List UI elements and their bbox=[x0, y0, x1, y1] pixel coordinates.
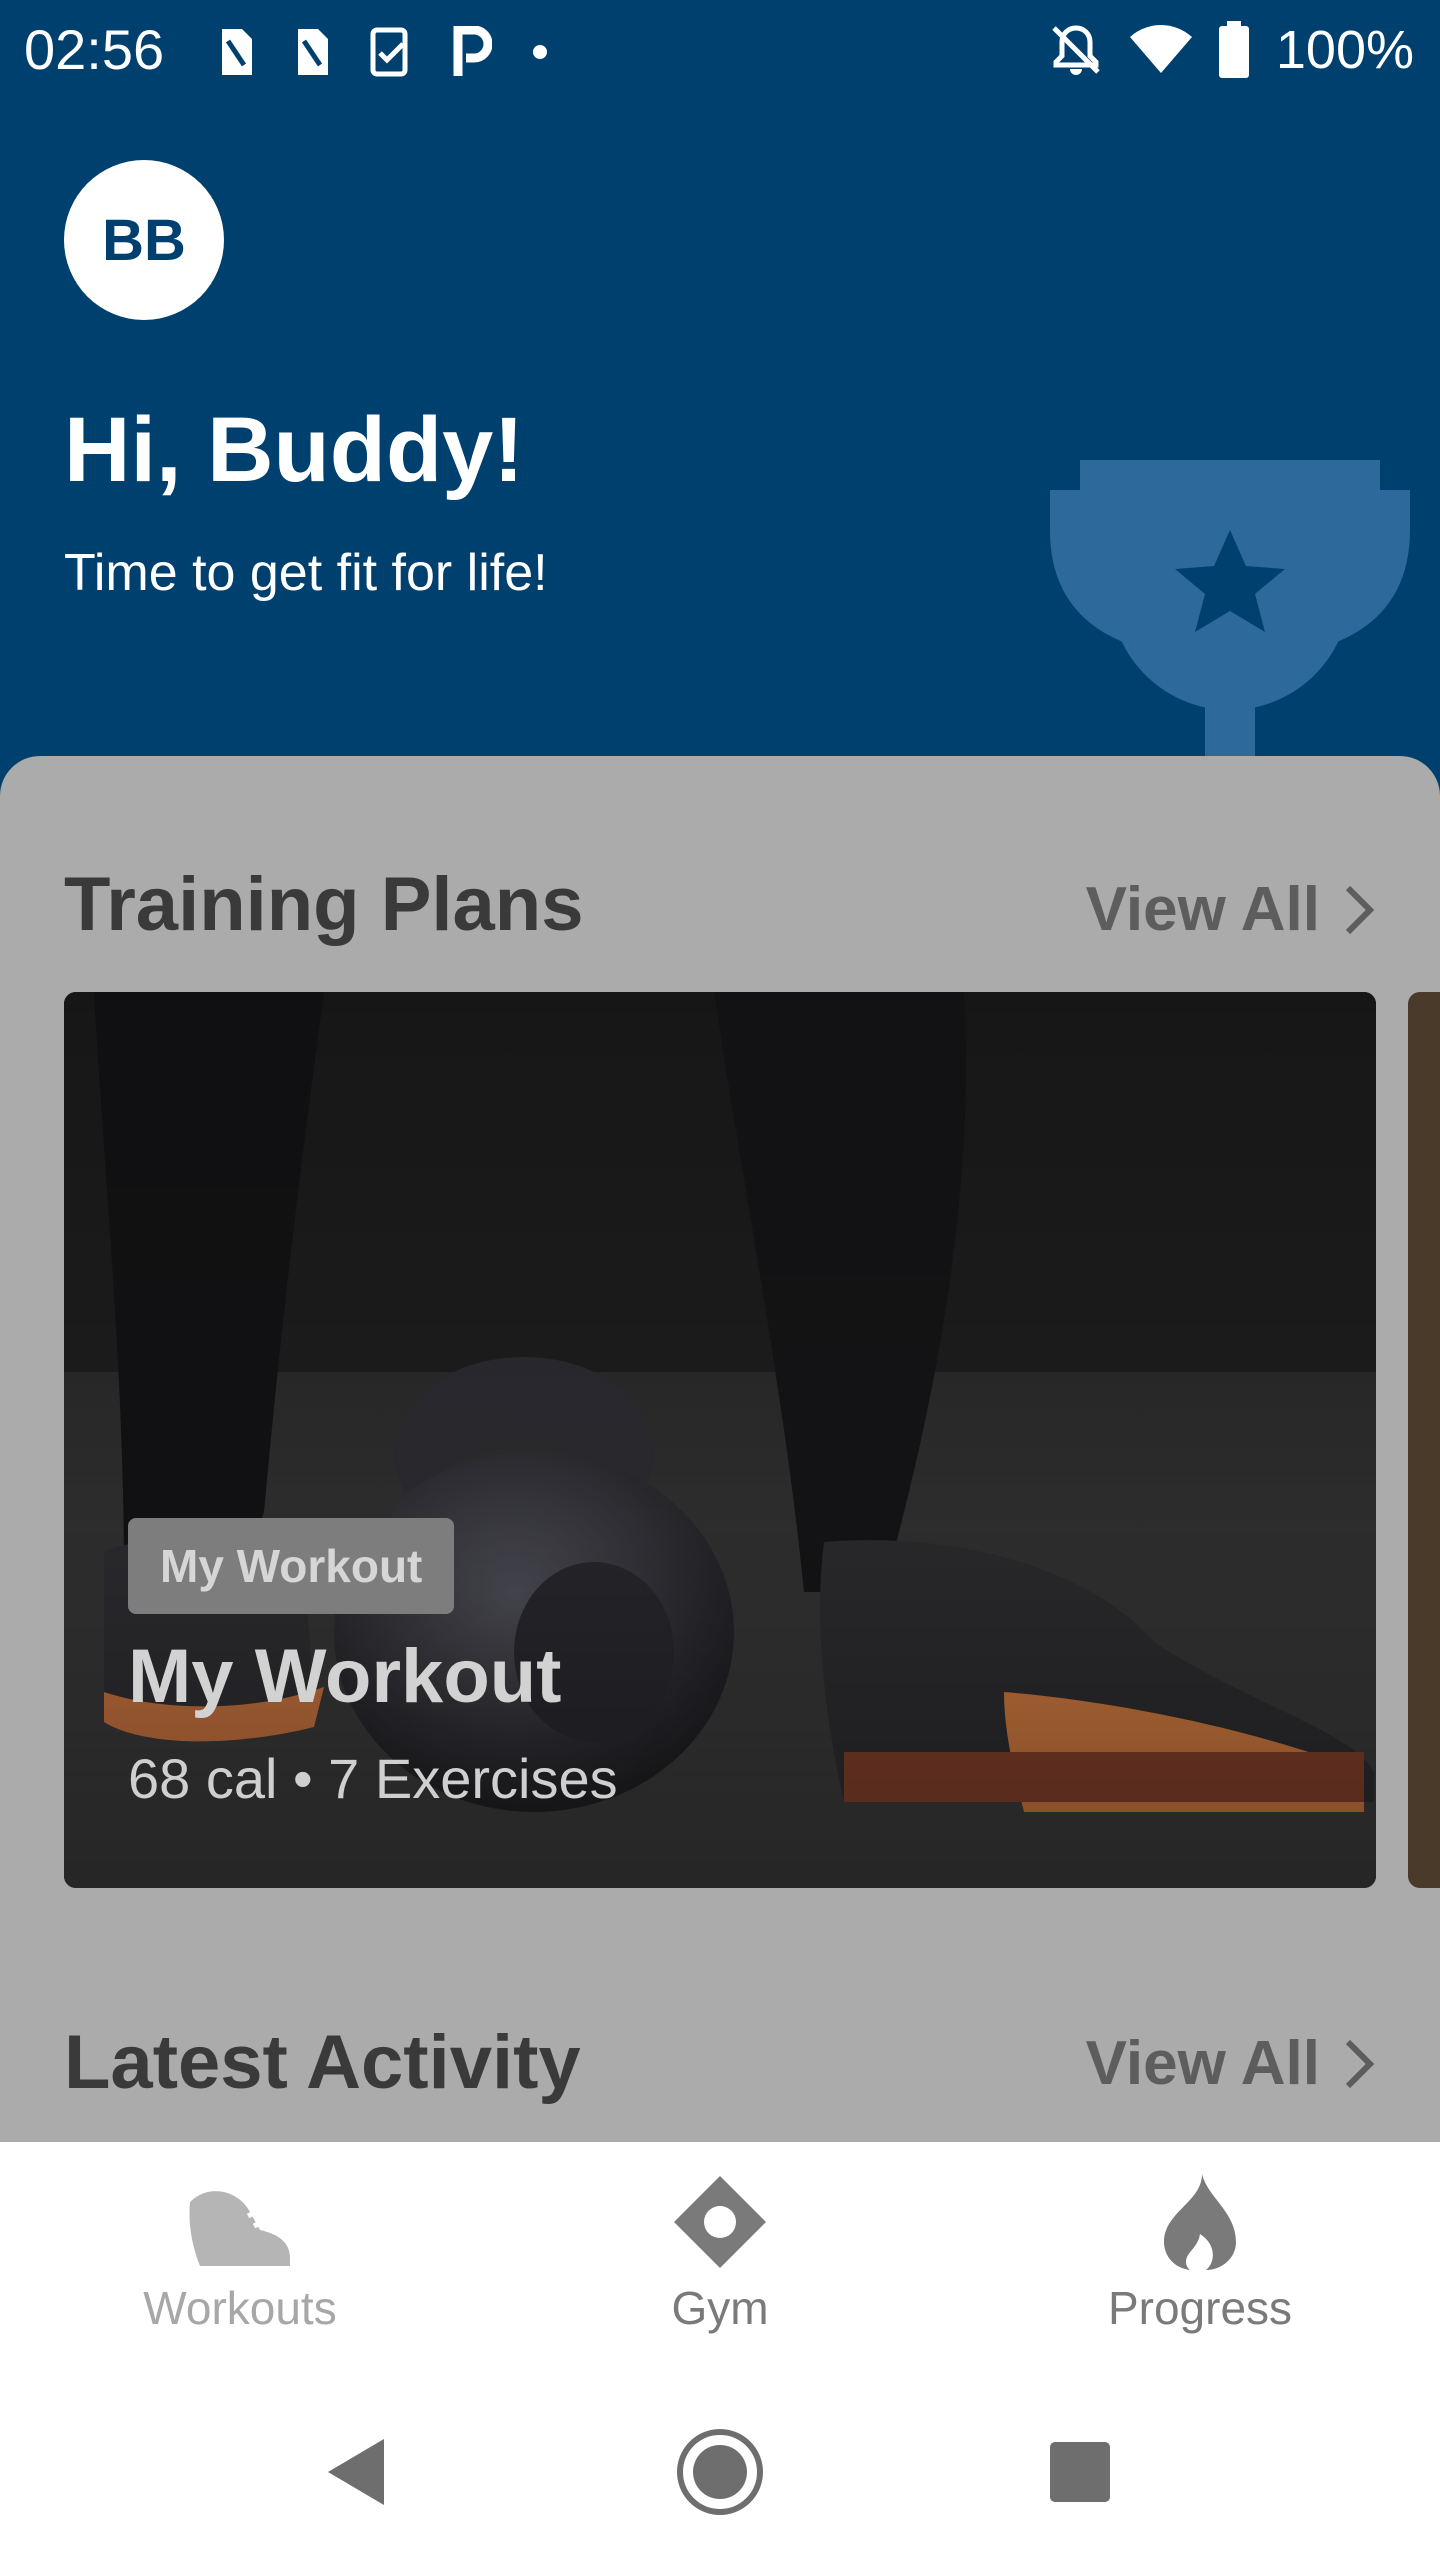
back-icon bbox=[328, 2439, 384, 2505]
latest-activity-title: Latest Activity bbox=[64, 2020, 581, 2105]
nav-progress[interactable]: Progress bbox=[1050, 2172, 1350, 2336]
back-button[interactable] bbox=[306, 2422, 406, 2522]
shoe-icon bbox=[189, 2191, 290, 2266]
system-nav bbox=[0, 2372, 1440, 2560]
wifi-icon bbox=[1129, 25, 1192, 73]
content-sheet: Training Plans View All My Workout My Wo… bbox=[0, 756, 1440, 2146]
trophy-icon bbox=[1050, 460, 1410, 800]
nav-workouts[interactable]: Workouts bbox=[90, 2172, 390, 2336]
home-icon bbox=[677, 2429, 763, 2515]
view-all-label: View All bbox=[1085, 875, 1320, 944]
header: BB Hi, Buddy! Time to get fit for life! bbox=[0, 100, 1440, 800]
battery-percentage: 100% bbox=[1275, 20, 1414, 80]
dot-icon bbox=[533, 45, 547, 59]
bottom-nav: Workouts Gym Progress bbox=[0, 2142, 1440, 2372]
avatar[interactable]: BB bbox=[64, 160, 224, 320]
chevron-right-icon bbox=[1345, 2039, 1375, 2089]
nav-gym[interactable]: Gym bbox=[570, 2172, 870, 2336]
location-diamond-icon bbox=[674, 2176, 766, 2268]
training-plans-view-all-button[interactable]: View All bbox=[1086, 870, 1376, 950]
view-all-label: View All bbox=[1085, 2029, 1320, 2098]
training-plans-title: Training Plans bbox=[64, 862, 584, 947]
latest-activity-view-all-button[interactable]: View All bbox=[1086, 2024, 1376, 2104]
task-icon bbox=[370, 27, 408, 77]
greeting-subtitle: Time to get fit for life! bbox=[64, 544, 548, 602]
sim-card-icon bbox=[298, 29, 328, 75]
card-meta: 68 cal • 7 Exercises bbox=[128, 1747, 618, 1810]
flame-icon bbox=[1164, 2174, 1236, 2270]
status-time: 02:56 bbox=[24, 18, 165, 81]
nav-label-workouts: Workouts bbox=[143, 2282, 337, 2334]
status-icons-left bbox=[218, 22, 548, 82]
nav-label-gym: Gym bbox=[671, 2282, 769, 2334]
card-badge: My Workout bbox=[128, 1518, 455, 1614]
status-bar: 02:56 100% bbox=[0, 0, 1440, 100]
battery-icon bbox=[1218, 21, 1249, 78]
status-icons-right: 100% bbox=[1048, 18, 1414, 82]
home-button[interactable] bbox=[670, 2422, 770, 2522]
card-title: My Workout bbox=[128, 1634, 562, 1719]
nav-label-progress: Progress bbox=[1107, 2282, 1293, 2334]
greeting-title: Hi, Buddy! bbox=[64, 399, 524, 501]
notifications-off-icon bbox=[1052, 25, 1100, 75]
recents-button[interactable] bbox=[1030, 2422, 1130, 2522]
parking-icon bbox=[453, 26, 492, 76]
recents-icon bbox=[1050, 2442, 1110, 2502]
chevron-right-icon bbox=[1345, 885, 1375, 935]
sim-card-icon bbox=[222, 29, 252, 75]
next-training-plan-card[interactable] bbox=[1408, 992, 1440, 1888]
training-plan-card[interactable]: My Workout My Workout 68 cal • 7 Exercis… bbox=[64, 992, 1376, 1888]
